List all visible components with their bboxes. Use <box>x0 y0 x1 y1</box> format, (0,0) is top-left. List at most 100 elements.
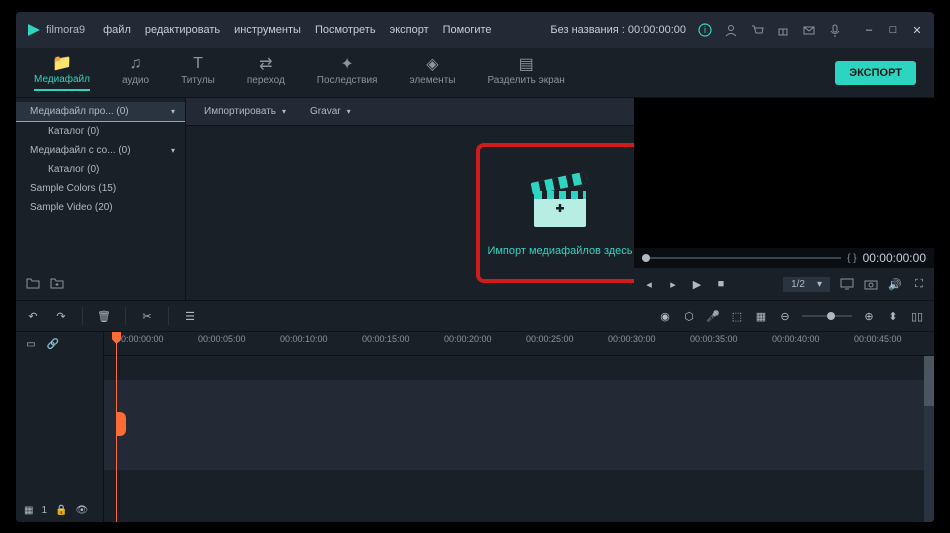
zoom-slider[interactable] <box>802 315 852 317</box>
folder-add-icon[interactable] <box>50 276 64 290</box>
menu-edit[interactable]: редактировать <box>145 24 220 36</box>
timeline-vertical-scrollbar[interactable] <box>924 356 934 522</box>
render-icon[interactable]: ◉ <box>658 309 672 323</box>
zoom-in-icon[interactable]: ⊕ <box>862 309 876 323</box>
transition-icon: ⇄ <box>257 55 275 73</box>
gift-icon[interactable] <box>776 23 790 37</box>
app-window: filmora9 файл редактировать инструменты … <box>16 12 934 522</box>
project-title: Без названия : 00:00:00:00 <box>550 24 686 36</box>
chevron-down-icon: ▾ <box>171 146 175 155</box>
timecode-display: 00:00:00:00 <box>863 251 926 265</box>
tab-splitscreen[interactable]: ▤ Разделить экран <box>487 55 564 90</box>
mic-icon[interactable] <box>828 23 842 37</box>
brackets-label: { } <box>847 253 856 264</box>
tab-media[interactable]: 📁 Медиафайл <box>34 54 90 91</box>
menu-tools[interactable]: инструменты <box>234 24 301 36</box>
tab-effects[interactable]: ✦ Последствия <box>317 55 378 90</box>
stop-icon[interactable]: ■ <box>714 277 728 291</box>
chevron-down-icon: ▾ <box>171 107 175 116</box>
crop-zoom-icon[interactable]: ▦ <box>754 309 768 323</box>
sidebar-item-sample-video[interactable]: Sample Video (20) <box>16 198 185 217</box>
mixer-icon[interactable]: ⬚ <box>730 309 744 323</box>
tab-label: Последствия <box>317 75 378 86</box>
delete-icon[interactable]: 🗑 <box>97 309 111 323</box>
timeline: ▭ 🔗 ▦ 1 🔒 👁 00:00:00:0000:00:05:0000:00:… <box>16 332 934 522</box>
play-icon[interactable]: ▶ <box>690 277 704 291</box>
fullscreen-icon[interactable]: ⛶ <box>912 277 926 291</box>
import-dropdown[interactable]: Импортировать ▾ <box>196 106 294 117</box>
chevron-down-icon: ▾ <box>282 107 286 116</box>
scrubber-track[interactable] <box>642 257 841 259</box>
record-dropdown[interactable]: Gravar ▾ <box>302 106 359 117</box>
chevron-down-icon: ▾ <box>347 107 351 116</box>
link-icon[interactable]: 🔗 <box>46 337 60 351</box>
user-icon[interactable] <box>724 23 738 37</box>
menu-help[interactable]: Помогите <box>443 24 492 36</box>
timeline-toolbar-right: ◉ ⬡ 🎤 ⬚ ▦ ⊖ ⊕ ⬍ ▯▯ <box>658 309 924 323</box>
visibility-icon[interactable]: 👁 <box>75 505 88 516</box>
scrubber-handle[interactable] <box>642 254 650 262</box>
preview-viewport[interactable] <box>634 98 934 248</box>
tab-titles[interactable]: T Титулы <box>181 55 215 90</box>
play-back-icon[interactable]: ▸ <box>666 277 680 291</box>
tab-label: аудио <box>122 75 149 86</box>
timeline-ruler[interactable]: 00:00:00:0000:00:05:0000:00:10:0000:00:1… <box>104 332 934 356</box>
snapshot-icon[interactable] <box>864 277 878 291</box>
playhead[interactable] <box>116 332 117 522</box>
playback-speed-select[interactable]: 1/2 ▾ <box>783 277 830 292</box>
sidebar-item-project-media[interactable]: Медиафайл про... (0) ▾ <box>16 102 185 122</box>
dropdown-label: Импортировать <box>204 106 276 117</box>
sidebar-item-sample-colors[interactable]: Sample Colors (15) <box>16 179 185 198</box>
zoom-handle[interactable] <box>827 312 835 320</box>
titlebar-right: Без названия : 00:00:00:00 i – □ ✕ <box>550 23 924 37</box>
clip-handle[interactable] <box>116 412 126 436</box>
voiceover-icon[interactable]: 🎤 <box>706 309 720 323</box>
maximize-icon[interactable]: □ <box>886 23 900 37</box>
tab-label: Разделить экран <box>487 75 564 86</box>
marker-icon[interactable]: ⬡ <box>682 309 696 323</box>
zoom-fit-icon[interactable]: ⬍ <box>886 309 900 323</box>
timeline-tracks-area[interactable]: 00:00:00:0000:00:05:0000:00:10:0000:00:1… <box>104 332 934 522</box>
redo-icon[interactable]: ↷ <box>54 309 68 323</box>
monitor-icon[interactable] <box>840 277 854 291</box>
sidebar-item-catalog-2[interactable]: Каталог (0) <box>16 160 185 179</box>
sidebar-item-shared-media[interactable]: Медиафайл с со... (0) ▾ <box>16 141 185 160</box>
minimize-icon[interactable]: – <box>862 23 876 37</box>
highlight-annotation <box>476 143 644 283</box>
info-icon[interactable]: i <box>698 23 712 37</box>
settings-icon[interactable]: ☰ <box>183 309 197 323</box>
mail-icon[interactable] <box>802 23 816 37</box>
export-button[interactable]: ЭКСПОРТ <box>835 61 916 85</box>
layers-icon[interactable]: ▭ <box>24 337 38 351</box>
scrollbar-thumb[interactable] <box>924 356 934 406</box>
tab-transitions[interactable]: ⇄ переход <box>247 55 285 90</box>
tab-label: Титулы <box>181 75 215 86</box>
volume-icon[interactable]: 🔊 <box>888 277 902 291</box>
new-folder-icon[interactable] <box>26 276 40 290</box>
menu-export[interactable]: экспорт <box>390 24 429 36</box>
preview-panel: { } 00:00:00:00 ◂ ▸ ▶ ■ 1/2 ▾ 🔊 ⛶ <box>634 98 934 300</box>
ruler-tick: 00:00:15:00 <box>362 334 410 344</box>
zoom-out-icon[interactable]: ⊖ <box>778 309 792 323</box>
app-logo: filmora9 <box>26 22 85 38</box>
tab-audio[interactable]: ♫ аудио <box>122 55 149 90</box>
ruler-tick: 00:00:05:00 <box>198 334 246 344</box>
preview-scrubber: { } 00:00:00:00 <box>634 248 934 268</box>
sidebar-item-catalog-1[interactable]: Каталог (0) <box>16 122 185 141</box>
menu-view[interactable]: Посмотреть <box>315 24 376 36</box>
split-icon: ▤ <box>517 55 535 73</box>
tab-elements[interactable]: ◈ элементы <box>409 55 455 90</box>
cut-icon[interactable]: ✂ <box>140 309 154 323</box>
lock-icon[interactable]: 🔒 <box>55 505 67 516</box>
music-icon: ♫ <box>127 55 145 73</box>
cart-icon[interactable] <box>750 23 764 37</box>
svg-text:i: i <box>704 25 706 35</box>
timeline-options-icon[interactable]: ▯▯ <box>910 309 924 323</box>
undo-icon[interactable]: ↶ <box>26 309 40 323</box>
prev-frame-icon[interactable]: ◂ <box>642 277 656 291</box>
close-icon[interactable]: ✕ <box>910 23 924 37</box>
menu-file[interactable]: файл <box>103 24 131 36</box>
sidebar-item-label: Sample Video (20) <box>30 202 113 213</box>
video-track-1[interactable] <box>104 380 934 470</box>
video-track-header[interactable]: ▦ 1 🔒 👁 <box>16 498 103 522</box>
